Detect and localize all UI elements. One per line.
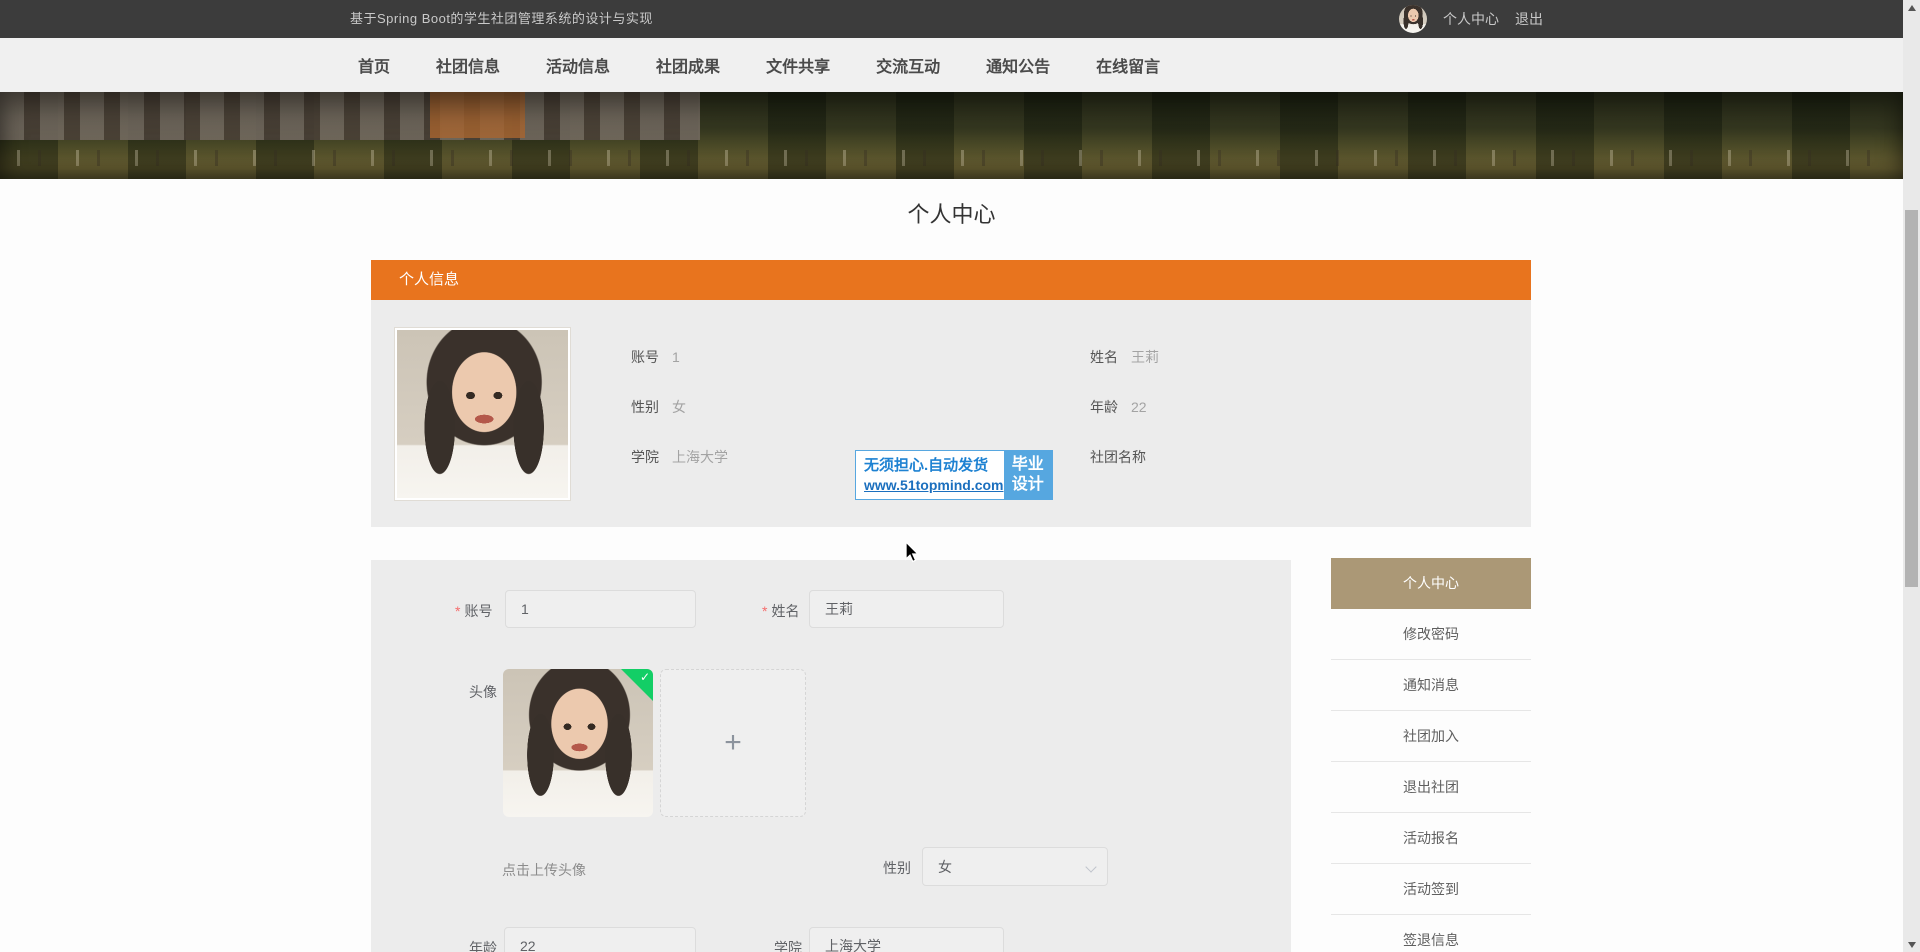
check-icon: ✓	[640, 670, 650, 684]
sidebar-item-personal-center[interactable]: 个人中心	[1331, 558, 1531, 609]
profile-photo-frame	[394, 327, 571, 501]
info-value-age: 22	[1131, 399, 1147, 415]
profile-link[interactable]: 个人中心	[1443, 9, 1499, 29]
ad-text-block: 无须担心.自动发货 www.51topmind.com	[856, 451, 1004, 499]
scrollbar-up-arrow[interactable]	[1903, 0, 1920, 15]
form-label-age: 年龄	[469, 938, 497, 952]
info-value-account: 1	[672, 349, 680, 365]
topbar: 基于Spring Boot的学生社团管理系统的设计与实现 个人中心 退出	[0, 0, 1903, 38]
upload-hint-link[interactable]: 点击上传头像	[502, 860, 586, 880]
ad-tag: 毕业 设计	[1004, 451, 1053, 499]
profile-photo	[397, 330, 568, 498]
ad-link-text: www.51topmind.com	[864, 476, 1004, 494]
sidebar-item-join-club[interactable]: 社团加入	[1331, 711, 1531, 762]
page-title: 个人中心	[0, 197, 1903, 229]
topbar-user-area: 个人中心 退出	[1399, 0, 1543, 38]
form-label-name: 姓名	[762, 601, 799, 621]
info-field-college: 学院 上海大学	[631, 447, 728, 467]
sidebar-item-activity-checkin[interactable]: 活动签到	[1331, 864, 1531, 915]
name-input[interactable]: 王莉	[809, 590, 1004, 628]
nav-item-activity-info[interactable]: 活动信息	[546, 53, 610, 77]
sidebar-item-quit-club[interactable]: 退出社团	[1331, 762, 1531, 813]
age-input[interactable]: 22	[504, 927, 696, 952]
nav-item-club-achievements[interactable]: 社团成果	[656, 53, 720, 77]
user-avatar-image	[1399, 5, 1427, 33]
watermark-ad-badge[interactable]: 无须担心.自动发货 www.51topmind.com 毕业 设计	[855, 450, 1053, 500]
account-input[interactable]: 1	[505, 590, 696, 628]
arrow-up-icon	[1908, 5, 1916, 11]
ad-line1: 无须担心.自动发货	[864, 456, 1004, 476]
form-label-college: 学院	[774, 938, 802, 952]
form-label-account: 账号	[455, 601, 492, 621]
ad-tag-line1: 毕业	[1012, 455, 1044, 475]
info-value-college: 上海大学	[672, 447, 728, 467]
nav-item-home[interactable]: 首页	[358, 53, 390, 77]
college-input[interactable]: 上海大学	[809, 927, 1004, 952]
info-label-club-name: 社团名称	[1090, 447, 1146, 467]
info-value-gender: 女	[672, 397, 686, 417]
info-field-age: 年龄 22	[1090, 397, 1147, 417]
user-avatar[interactable]	[1399, 5, 1427, 33]
info-card-body: 账号 1 姓名 王莉 性别 女 年龄 22 学院 上海大学 社团名称	[371, 300, 1531, 527]
scrollbar-thumb[interactable]	[1905, 210, 1918, 587]
banner-photo	[0, 92, 1903, 179]
nav-item-notices[interactable]: 通知公告	[986, 53, 1050, 77]
info-value-name: 王莉	[1131, 347, 1159, 367]
nav-item-file-sharing[interactable]: 文件共享	[766, 53, 830, 77]
info-field-club-name: 社团名称	[1090, 447, 1159, 467]
profile-sidebar-menu: 个人中心 修改密码 通知消息 社团加入 退出社团 活动报名 活动签到 签退信息	[1331, 558, 1531, 952]
info-label-gender: 性别	[631, 397, 659, 417]
app-title: 基于Spring Boot的学生社团管理系统的设计与实现	[350, 0, 653, 38]
nav-item-messages[interactable]: 在线留言	[1096, 53, 1160, 77]
form-label-avatar: 头像	[469, 682, 497, 702]
profile-edit-form: 账号 1 姓名 王莉 头像 ✓ + 点击上传头像 性别 女 年龄 22 学院 上…	[371, 560, 1291, 952]
info-field-name: 姓名 王莉	[1090, 347, 1159, 367]
info-field-gender: 性别 女	[631, 397, 686, 417]
sidebar-item-notifications[interactable]: 通知消息	[1331, 660, 1531, 711]
info-label-account: 账号	[631, 347, 659, 367]
banner-carousel	[0, 92, 1903, 179]
info-label-name: 姓名	[1090, 347, 1118, 367]
info-field-account: 账号 1	[631, 347, 680, 367]
sidebar-item-checkout-info[interactable]: 签退信息	[1331, 915, 1531, 952]
nav-item-club-info[interactable]: 社团信息	[436, 53, 500, 77]
logout-link[interactable]: 退出	[1515, 9, 1543, 29]
gender-select[interactable]: 女	[922, 847, 1108, 886]
info-card-header: 个人信息	[371, 260, 1531, 300]
nav-item-interaction[interactable]: 交流互动	[876, 53, 940, 77]
page-root: 基于Spring Boot的学生社团管理系统的设计与实现 个人中心 退出 首页 …	[0, 0, 1920, 952]
form-label-gender: 性别	[883, 858, 911, 878]
arrow-down-icon	[1908, 942, 1916, 948]
sidebar-item-activity-signup[interactable]: 活动报名	[1331, 813, 1531, 864]
sidebar-item-change-password[interactable]: 修改密码	[1331, 609, 1531, 660]
info-label-age: 年龄	[1090, 397, 1118, 417]
plus-icon: +	[724, 726, 742, 760]
chevron-down-icon	[1085, 861, 1096, 872]
avatar-upload-dropzone[interactable]: +	[660, 669, 806, 817]
personal-info-card: 个人信息 账号 1 姓名 王莉 性别 女 年龄 22 学院	[371, 260, 1531, 527]
banner-vignette	[0, 92, 1903, 179]
info-label-college: 学院	[631, 447, 659, 467]
vertical-scrollbar[interactable]	[1903, 0, 1920, 952]
uploaded-avatar-thumbnail[interactable]: ✓	[503, 669, 653, 817]
main-nav: 首页 社团信息 活动信息 社团成果 文件共享 交流互动 通知公告 在线留言	[0, 38, 1903, 92]
gender-select-value: 女	[938, 857, 952, 877]
ad-tag-line2: 设计	[1012, 475, 1044, 495]
scrollbar-down-arrow[interactable]	[1903, 937, 1920, 952]
